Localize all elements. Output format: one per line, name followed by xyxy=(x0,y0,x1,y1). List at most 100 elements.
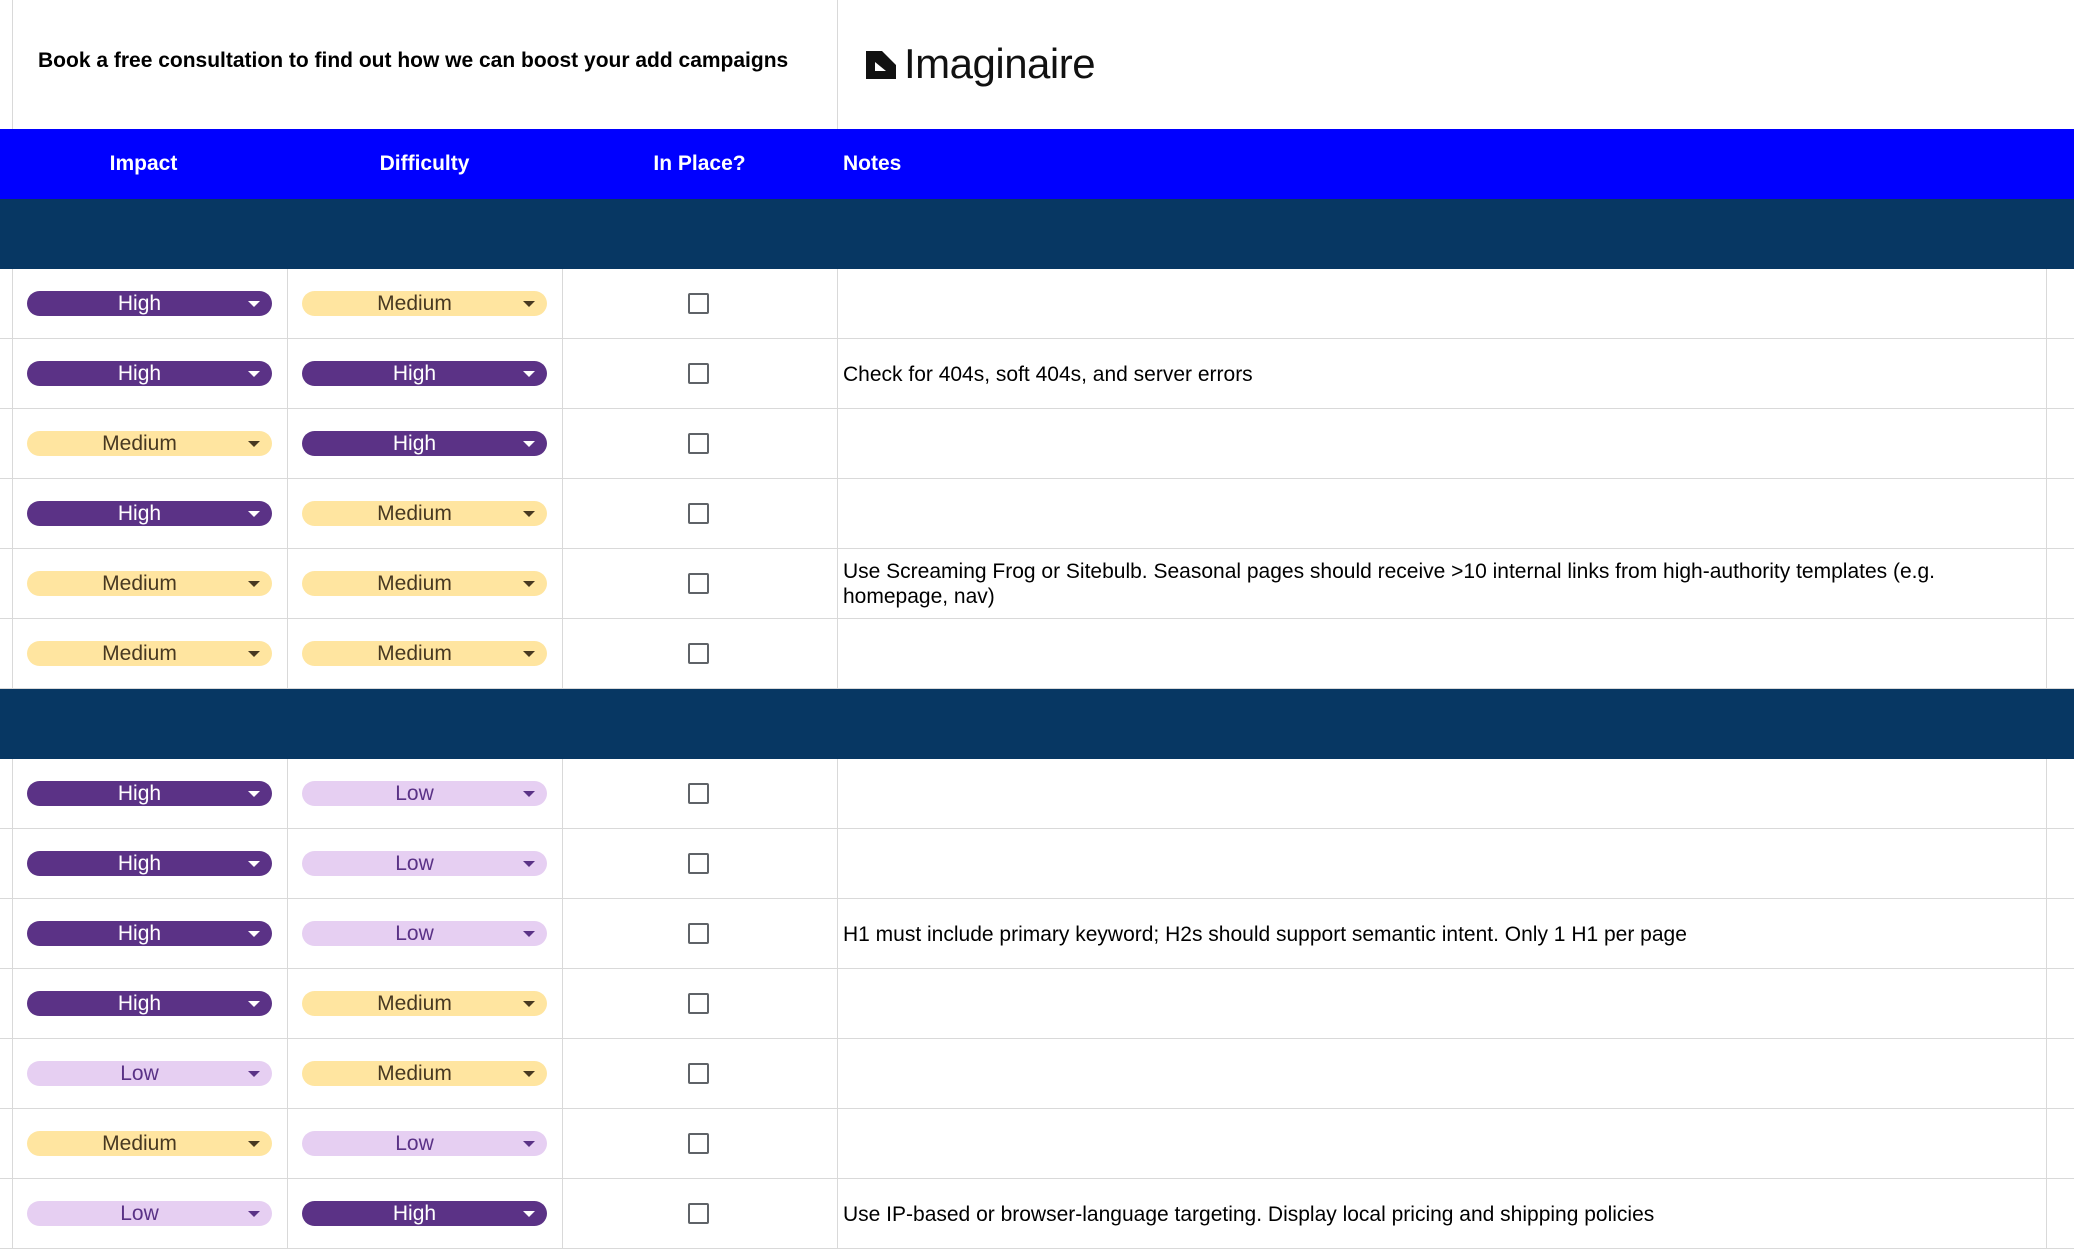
impact-dropdown[interactable]: High xyxy=(27,291,272,316)
chevron-down-icon xyxy=(523,931,535,937)
chevron-down-icon xyxy=(248,1001,260,1007)
impact-dropdown[interactable]: Medium xyxy=(27,571,272,596)
difficulty-dropdown[interactable]: Low xyxy=(302,1131,547,1156)
impact-dropdown[interactable]: High xyxy=(27,501,272,526)
chevron-down-icon xyxy=(248,931,260,937)
in-place-checkbox[interactable] xyxy=(688,433,709,454)
in-place-checkbox[interactable] xyxy=(688,573,709,594)
chevron-down-icon xyxy=(248,791,260,797)
difficulty-value: Low xyxy=(395,1132,434,1155)
difficulty-dropdown[interactable]: Low xyxy=(302,921,547,946)
difficulty-value: High xyxy=(392,362,437,385)
column-divider xyxy=(287,759,288,829)
column-divider xyxy=(837,969,838,1039)
section-header-row xyxy=(0,199,2074,269)
column-divider xyxy=(287,1039,288,1109)
notes-cell[interactable]: H1 must include primary keyword; H2s sho… xyxy=(843,922,2043,947)
difficulty-dropdown[interactable]: High xyxy=(302,431,547,456)
chevron-down-icon xyxy=(523,1211,535,1217)
column-divider xyxy=(837,619,838,689)
column-divider xyxy=(287,1109,288,1179)
impact-dropdown[interactable]: Low xyxy=(27,1061,272,1086)
column-divider xyxy=(837,1179,838,1249)
in-place-checkbox[interactable] xyxy=(688,643,709,664)
impact-dropdown[interactable]: High xyxy=(27,991,272,1016)
column-divider xyxy=(562,1179,563,1249)
chevron-down-icon xyxy=(523,371,535,377)
impact-dropdown[interactable]: High xyxy=(27,921,272,946)
column-header-impact[interactable]: Impact xyxy=(0,129,287,199)
chevron-down-icon xyxy=(248,651,260,657)
difficulty-value: Low xyxy=(395,782,434,805)
difficulty-dropdown[interactable]: Medium xyxy=(302,991,547,1016)
in-place-checkbox[interactable] xyxy=(688,293,709,314)
column-divider xyxy=(562,899,563,969)
difficulty-dropdown[interactable]: Low xyxy=(302,851,547,876)
impact-dropdown[interactable]: Medium xyxy=(27,431,272,456)
column-divider xyxy=(2046,1039,2047,1109)
column-divider xyxy=(2046,409,2047,479)
column-divider xyxy=(837,269,838,339)
chevron-down-icon xyxy=(523,301,535,307)
in-place-checkbox[interactable] xyxy=(688,923,709,944)
impact-value: High xyxy=(117,992,162,1015)
impact-dropdown[interactable]: High xyxy=(27,781,272,806)
in-place-checkbox[interactable] xyxy=(688,1133,709,1154)
section-header-row xyxy=(0,689,2074,759)
difficulty-dropdown[interactable]: High xyxy=(302,1201,547,1226)
impact-value: High xyxy=(117,922,162,945)
difficulty-dropdown[interactable]: Medium xyxy=(302,641,547,666)
difficulty-dropdown[interactable]: High xyxy=(302,361,547,386)
difficulty-value: Medium xyxy=(377,642,452,665)
difficulty-dropdown[interactable]: Medium xyxy=(302,501,547,526)
impact-value: Low xyxy=(120,1202,159,1225)
difficulty-dropdown[interactable]: Medium xyxy=(302,1061,547,1086)
difficulty-value: High xyxy=(392,1202,437,1225)
column-divider xyxy=(837,339,838,409)
column-divider xyxy=(562,969,563,1039)
column-divider xyxy=(562,339,563,409)
difficulty-value: Medium xyxy=(377,292,452,315)
column-divider xyxy=(2046,1109,2047,1179)
difficulty-dropdown[interactable]: Medium xyxy=(302,571,547,596)
notes-cell[interactable]: Check for 404s, soft 404s, and server er… xyxy=(843,362,2043,387)
difficulty-value: High xyxy=(392,432,437,455)
column-divider xyxy=(562,619,563,689)
column-divider xyxy=(2046,969,2047,1039)
chevron-down-icon xyxy=(248,581,260,587)
in-place-checkbox[interactable] xyxy=(688,853,709,874)
difficulty-dropdown[interactable]: Medium xyxy=(302,291,547,316)
column-divider xyxy=(837,829,838,899)
promo-text: Book a free consultation to find out how… xyxy=(38,49,789,72)
in-place-checkbox[interactable] xyxy=(688,363,709,384)
impact-dropdown[interactable]: Medium xyxy=(27,1131,272,1156)
impact-value: Low xyxy=(120,1062,159,1085)
chevron-down-icon xyxy=(523,1071,535,1077)
chevron-down-icon xyxy=(248,1071,260,1077)
chevron-down-icon xyxy=(523,581,535,587)
column-divider xyxy=(12,1179,13,1249)
imaginaire-logo-icon xyxy=(866,51,896,79)
column-header-difficulty[interactable]: Difficulty xyxy=(287,129,562,199)
difficulty-value: Medium xyxy=(377,502,452,525)
impact-dropdown[interactable]: Low xyxy=(27,1201,272,1226)
in-place-checkbox[interactable] xyxy=(688,993,709,1014)
column-header-in-place[interactable]: In Place? xyxy=(562,129,837,199)
column-divider xyxy=(287,549,288,619)
in-place-checkbox[interactable] xyxy=(688,1063,709,1084)
difficulty-dropdown[interactable]: Low xyxy=(302,781,547,806)
impact-dropdown[interactable]: High xyxy=(27,361,272,386)
impact-dropdown[interactable]: High xyxy=(27,851,272,876)
column-divider xyxy=(287,829,288,899)
column-divider xyxy=(837,549,838,619)
in-place-checkbox[interactable] xyxy=(688,503,709,524)
in-place-checkbox[interactable] xyxy=(688,1203,709,1224)
column-divider xyxy=(837,0,838,129)
in-place-checkbox[interactable] xyxy=(688,783,709,804)
column-header-notes[interactable]: Notes xyxy=(843,129,1243,199)
column-divider xyxy=(2046,619,2047,689)
impact-dropdown[interactable]: Medium xyxy=(27,641,272,666)
notes-cell[interactable]: Use Screaming Frog or Sitebulb. Seasonal… xyxy=(843,559,2043,609)
notes-cell[interactable]: Use IP-based or browser-language targeti… xyxy=(843,1202,2043,1227)
chevron-down-icon xyxy=(523,441,535,447)
